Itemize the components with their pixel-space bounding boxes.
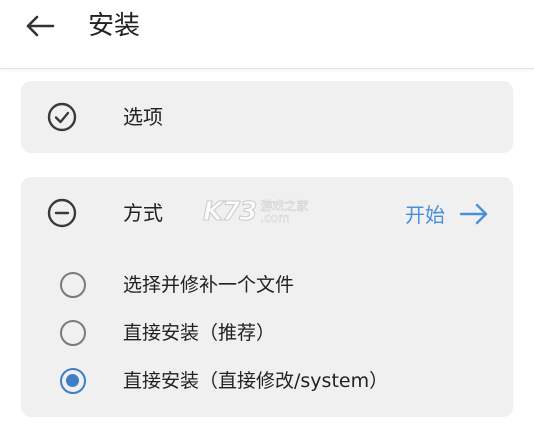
watermark-logo: K73 — [202, 197, 257, 228]
radio-option-label: 直接安装（直接修改/system） — [123, 370, 389, 392]
radio-option-label: 直接安装（推荐） — [123, 322, 276, 344]
app-bar: 安装 — [0, 0, 534, 69]
options-card[interactable]: 选项 — [21, 81, 513, 153]
radio-option-patch-file[interactable]: 选择并修补一个文件 — [21, 263, 513, 307]
method-label: 方式 — [123, 201, 163, 225]
start-button[interactable]: 开始 — [405, 199, 489, 228]
radio-button[interactable] — [60, 272, 86, 298]
watermark-text: 游戏之家 .com — [260, 200, 308, 224]
watermark: K73 游戏之家 .com — [202, 197, 308, 228]
start-label: 开始 — [405, 203, 445, 227]
options-label: 选项 — [123, 105, 163, 129]
radio-button-checked[interactable] — [60, 368, 86, 394]
watermark-line2: .com — [260, 211, 290, 225]
radio-option-label: 选择并修补一个文件 — [123, 274, 295, 296]
radio-option-direct-install[interactable]: 直接安装（推荐） — [21, 311, 513, 355]
minus-circle-icon — [47, 198, 77, 228]
check-circle-icon — [47, 102, 77, 132]
arrow-right-icon — [459, 203, 488, 224]
arrow-left-icon — [26, 15, 55, 37]
radio-button[interactable] — [60, 320, 86, 346]
page-title: 安装 — [88, 11, 141, 41]
radio-option-direct-install-system[interactable]: 直接安装（直接修改/system） — [21, 359, 513, 403]
back-button[interactable] — [18, 8, 62, 44]
